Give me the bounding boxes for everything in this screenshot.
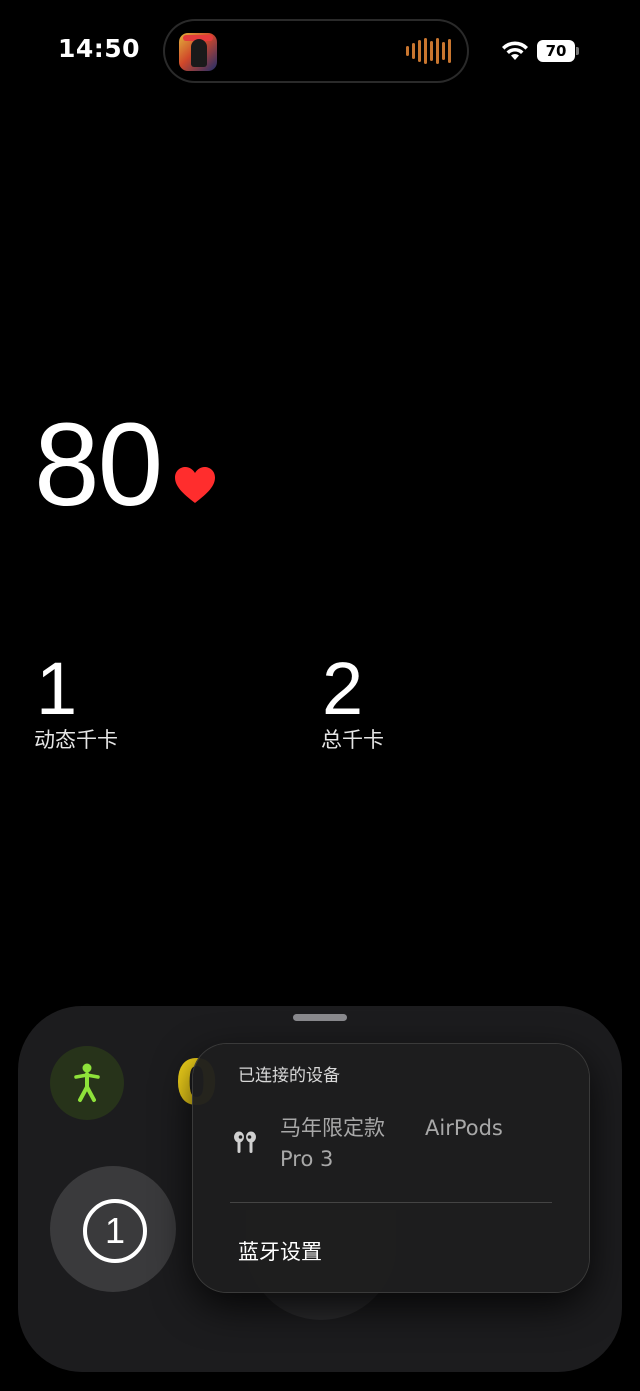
device-list-item[interactable]: 马年限定款 AirPods Pro 3 [280,1113,530,1175]
device-name-part2: AirPods [425,1116,503,1140]
popup-header: 已连接的设备 [238,1066,340,1086]
segment-number: 1 [104,1210,126,1251]
segment-button[interactable]: 1 [50,1166,176,1292]
audio-waveform-icon [406,38,451,64]
album-art-icon[interactable] [179,33,217,71]
walking-figure-icon [74,1063,100,1102]
sheet-grabber[interactable] [293,1014,347,1021]
activity-button[interactable] [50,1046,124,1120]
device-name-part1: 马年限定款 [280,1116,385,1140]
battery-icon: 70 [537,40,575,62]
wifi-icon [502,41,528,60]
heart-icon [175,467,215,503]
active-calories-label: 动态千卡 [34,728,118,752]
segment-number-icon: 1 [83,1199,147,1263]
dynamic-island[interactable] [165,21,467,81]
bluetooth-settings-item[interactable]: 蓝牙设置 [238,1236,322,1266]
total-calories-label: 总千卡 [321,728,384,752]
total-calories-value: 2 [322,647,364,730]
device-name-part3: Pro 3 [280,1147,334,1171]
earbuds-icon [234,1131,256,1153]
heart-rate-value: 80 [34,399,163,531]
battery-tip [576,47,579,55]
status-time: 14:50 [58,34,141,63]
popup-divider [230,1202,552,1203]
active-calories-value: 1 [36,647,78,730]
